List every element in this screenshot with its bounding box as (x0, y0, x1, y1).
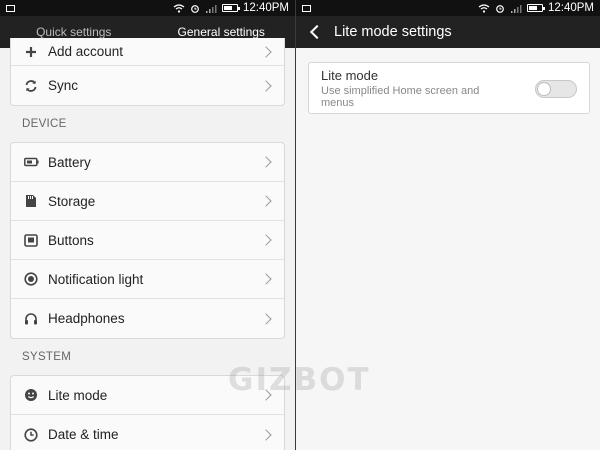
lite-mode-toggle[interactable] (535, 79, 577, 98)
chevron-right-icon (260, 156, 272, 168)
lite-mode-titlebar: Lite mode settings (296, 16, 600, 48)
page-title: Lite mode settings (334, 24, 452, 40)
wifi-icon (478, 3, 490, 13)
settings-item-lite-mode[interactable]: Lite mode (11, 376, 284, 415)
plus-icon (23, 44, 39, 60)
settings-item-label: Storage (48, 193, 96, 209)
lite-mode-title: Lite mode (321, 68, 379, 83)
system-group: Lite mode Date & time (10, 375, 285, 450)
device-group: Battery Storage Buttons Notification lig… (10, 142, 285, 339)
chevron-right-icon (260, 45, 272, 58)
status-time: 12:40PM (547, 2, 594, 14)
settings-item-label: Add account (48, 44, 124, 59)
headphones-icon (23, 311, 39, 327)
buttons-icon (23, 232, 39, 248)
status-bar: 12:40PM (296, 0, 600, 16)
screenshot-icon (302, 4, 311, 12)
storage-icon (23, 193, 39, 209)
settings-item-add-account[interactable]: Add account (11, 38, 284, 66)
wifi-icon (173, 3, 185, 13)
alarm-icon (495, 4, 505, 13)
settings-item-buttons[interactable]: Buttons (11, 221, 284, 260)
chevron-right-icon (260, 79, 272, 92)
settings-item-battery[interactable]: Battery (11, 143, 284, 182)
chevron-right-icon (260, 389, 272, 401)
settings-item-notification-light[interactable]: Notification light (11, 260, 284, 299)
section-header-device: DEVICE (22, 118, 67, 130)
chevron-right-icon (260, 312, 272, 325)
notification-light-icon (23, 271, 39, 287)
battery-icon (23, 154, 39, 170)
lite-mode-text: Lite mode Use simplified Home screen and… (321, 68, 535, 109)
status-bar: 12:40PM (0, 0, 295, 16)
settings-item-label: Lite mode (48, 387, 108, 403)
lite-mode-setting-card: Lite mode Use simplified Home screen and… (308, 62, 590, 114)
alarm-icon (190, 4, 200, 13)
settings-item-label: Battery (48, 154, 91, 170)
screenshot-icon (6, 4, 15, 12)
settings-item-label: Buttons (48, 232, 94, 248)
sync-icon (23, 78, 39, 94)
chevron-right-icon (260, 234, 272, 246)
battery-status-icon (526, 4, 545, 12)
settings-item-sync[interactable]: Sync (11, 66, 284, 105)
settings-item-headphones[interactable]: Headphones (11, 299, 284, 338)
lite-mode-description: Use simplified Home screen and menus (321, 85, 480, 109)
section-header-system: SYSTEM (22, 351, 72, 363)
signal-icon (205, 4, 217, 13)
lite-mode-settings-panel: 12:40PM Lite mode settings Lite mode Use… (296, 0, 600, 450)
general-settings-panel: 12:40PM Quick settings General settings … (0, 0, 295, 450)
tab-general-settings[interactable]: General settings (148, 25, 296, 39)
signal-icon (510, 4, 522, 13)
settings-item-date-time[interactable]: Date & time (11, 415, 284, 450)
battery-status-icon (221, 4, 240, 12)
tab-quick-settings[interactable]: Quick settings (0, 25, 148, 39)
chevron-right-icon (260, 195, 272, 207)
lite-mode-icon (23, 387, 39, 403)
settings-item-label: Headphones (48, 311, 125, 326)
toggle-knob (537, 81, 551, 96)
accounts-group: Add account Sync (10, 38, 285, 106)
clock-icon (23, 427, 39, 443)
chevron-right-icon (260, 428, 272, 441)
settings-item-label: Date & time (48, 427, 119, 442)
settings-item-label: Sync (48, 78, 79, 93)
chevron-right-icon (260, 273, 272, 285)
settings-item-label: Notification light (48, 271, 144, 287)
status-time: 12:40PM (242, 2, 289, 14)
back-arrow-icon[interactable] (309, 24, 325, 40)
settings-item-storage[interactable]: Storage (11, 182, 284, 221)
